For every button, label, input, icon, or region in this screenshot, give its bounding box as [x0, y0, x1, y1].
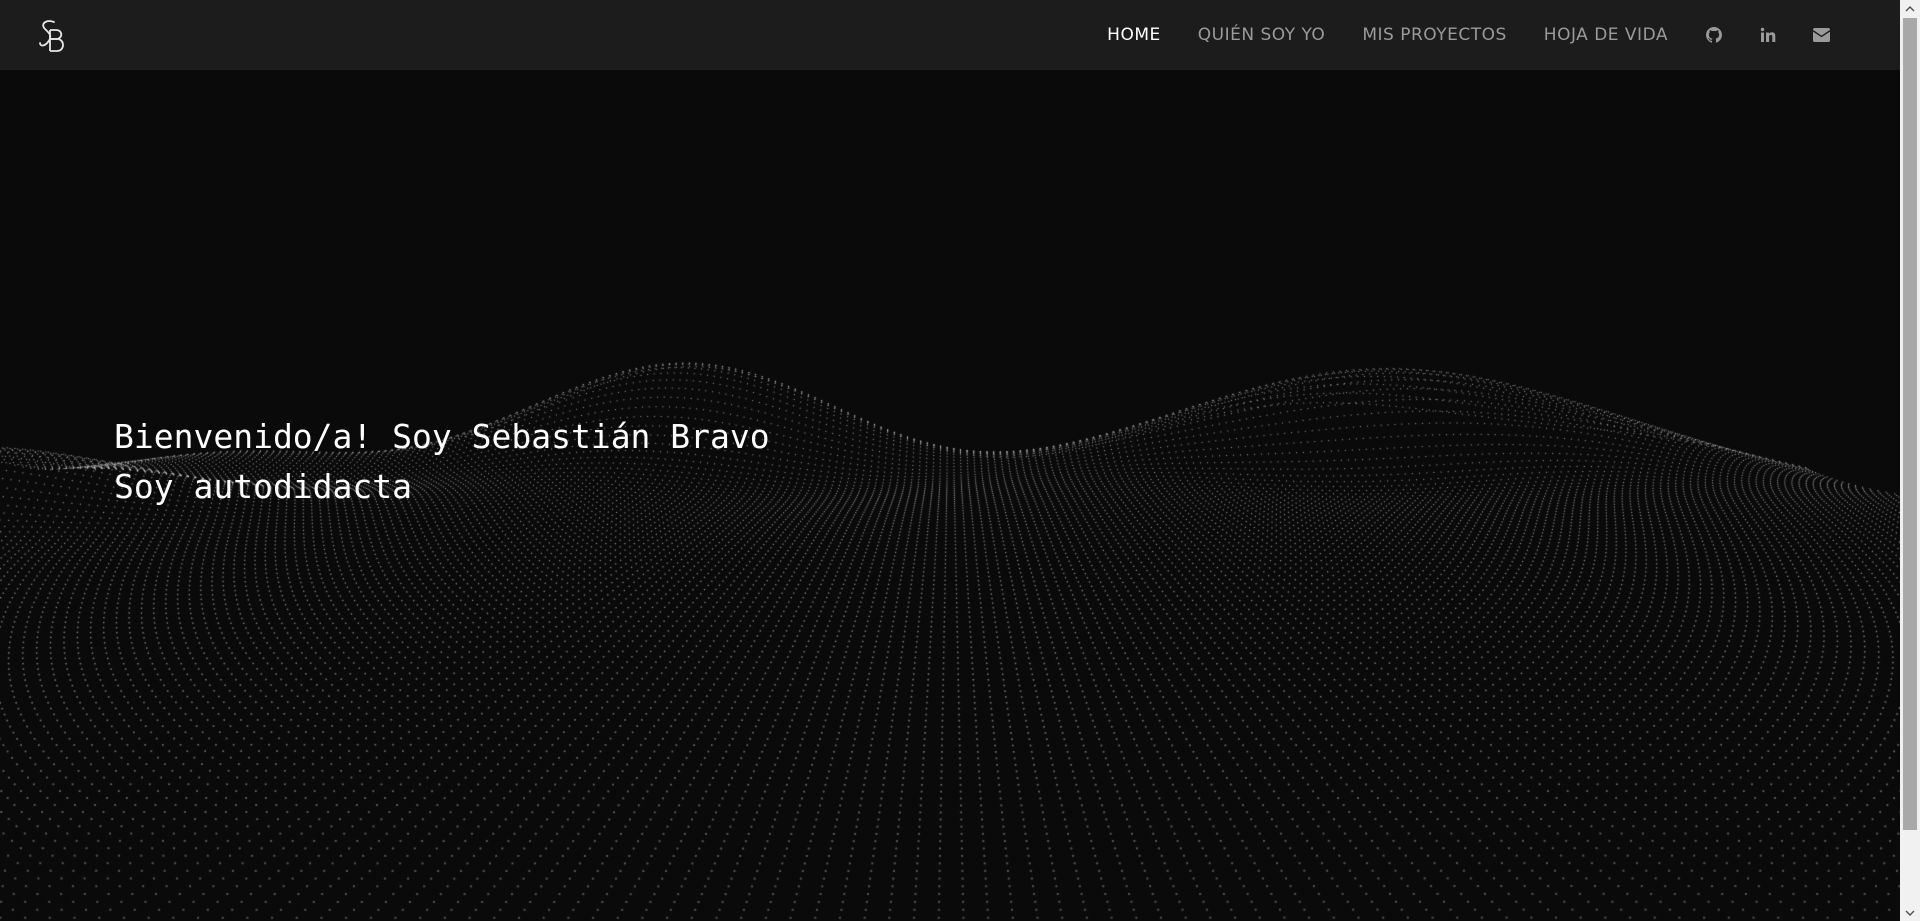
- github-icon[interactable]: [1705, 27, 1722, 44]
- linkedin-icon[interactable]: [1759, 27, 1776, 44]
- page-scrollbar[interactable]: [1900, 0, 1920, 921]
- nav-link-home[interactable]: HOME: [1107, 25, 1161, 45]
- hero-section: Bienvenido/a! Soy Sebastián Bravo Soy au…: [0, 70, 1900, 921]
- hero-text: Bienvenido/a! Soy Sebastián Bravo Soy au…: [114, 412, 770, 512]
- scroll-down-arrow[interactable]: [1900, 904, 1920, 921]
- nav-link-projects[interactable]: MIS PROYECTOS: [1362, 25, 1506, 45]
- page: Bienvenido/a! Soy Sebastián Bravo Soy au…: [0, 0, 1900, 921]
- envelope-icon[interactable]: [1813, 27, 1830, 44]
- nav-menu: HOME QUIÉN SOY YO MIS PROYECTOS HOJA DE …: [1070, 0, 1830, 70]
- nav-link-resume[interactable]: HOJA DE VIDA: [1544, 25, 1668, 45]
- scroll-up-arrow[interactable]: [1900, 0, 1920, 17]
- sb-logo-icon[interactable]: [36, 18, 68, 54]
- navbar: HOME QUIÉN SOY YO MIS PROYECTOS HOJA DE …: [0, 0, 1900, 70]
- scrollbar-thumb[interactable]: [1903, 18, 1917, 830]
- nav-link-about[interactable]: QUIÉN SOY YO: [1198, 25, 1326, 45]
- hero-tagline: Soy autodidacta: [114, 467, 413, 506]
- hero-greeting: Bienvenido/a! Soy Sebastián Bravo: [114, 417, 770, 456]
